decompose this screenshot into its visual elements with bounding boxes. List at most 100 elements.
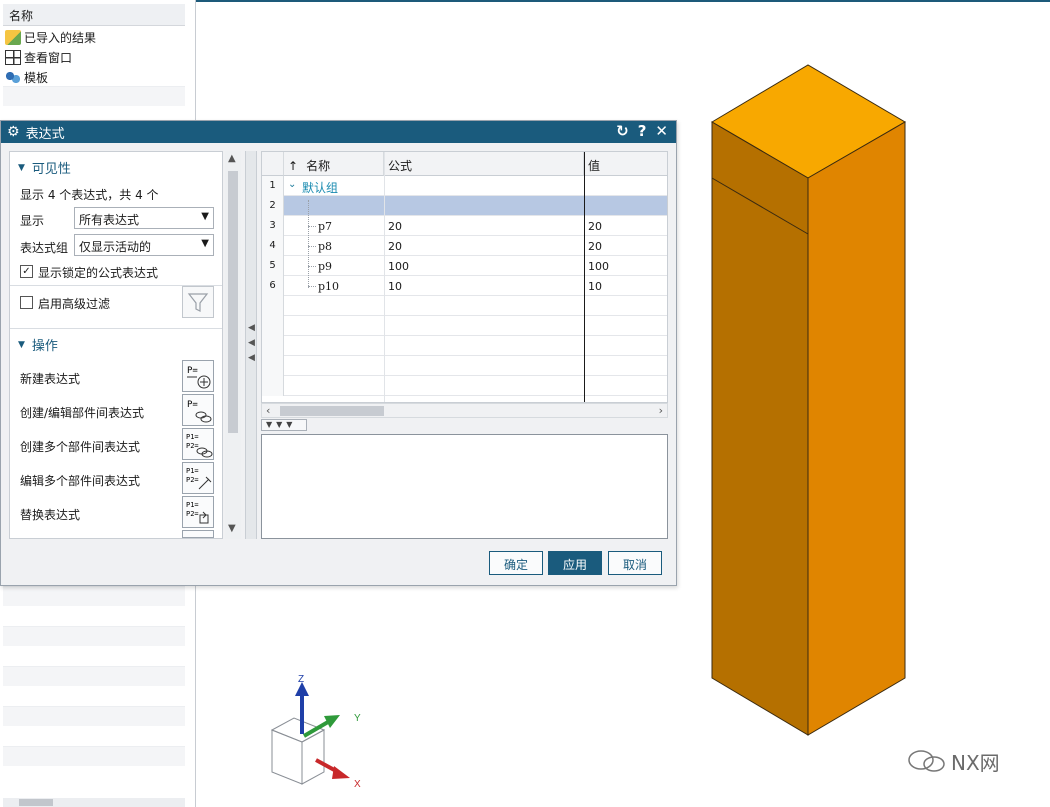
table-row-selected[interactable]: 2 [262,196,667,216]
formula-detail-editor[interactable] [261,434,668,539]
expression-group-dropdown[interactable]: 仅显示活动的 ▼ [74,234,214,256]
filter-button[interactable] [182,286,214,318]
group-name: 默认组 [302,181,339,195]
nav-item-imported-results[interactable]: 已导入的结果 [3,26,185,46]
view-window-icon [5,49,21,65]
column-header-formula[interactable]: 公式 [384,152,584,176]
show-dropdown[interactable]: 所有表达式 ▼ [74,207,214,229]
collapse-left-icon[interactable]: ◀ [248,338,255,348]
expression-name: p10 [318,280,340,293]
table-row[interactable]: 3 p7 20 20 [262,216,667,236]
options-panel-scrollbar[interactable]: ▲ ▼ [225,151,241,539]
expression-formula[interactable]: 20 [388,240,402,253]
reset-icon[interactable]: ↻ [616,122,629,140]
column-header-label: 值 [588,159,601,173]
nav-item-label: 模板 [24,70,49,85]
show-locked-checkbox[interactable]: ✓ [20,265,33,278]
close-icon[interactable]: ✕ [655,122,668,140]
edit-multiple-interpart-button[interactable]: P1= P2= [182,462,214,494]
svg-text:P=: P= [187,400,198,410]
replace-expression-label: 替换表达式 [20,508,81,522]
help-icon[interactable]: ? [638,122,647,140]
nav-item-template[interactable]: 模板 [3,66,185,86]
expression-value: 20 [588,220,602,233]
dropdown-arrow-icon: ▼ [201,211,209,222]
new-expression-label: 新建表达式 [20,372,81,386]
block-right-face [807,121,906,736]
row-number: 6 [262,276,284,296]
column-header-value[interactable]: 值 [584,152,667,176]
more-operations-button[interactable] [182,530,214,538]
view-triad[interactable]: Z Y X [268,672,368,792]
nav-empty-row [3,586,185,606]
expressions-dialog: ⚙ 表达式 ↻ ? ✕ ▼ 可见性 显示 4 个表达式，共 4 个 显示 所有表… [0,120,677,586]
ok-button[interactable]: 确定 [489,551,543,575]
tree-connector [308,226,316,227]
expression-value: 100 [588,260,609,273]
tree-connector [308,200,309,288]
expression-group-label: 表达式组 [20,241,69,255]
edit-multiple-interpart-icon: P1=P2= [186,467,212,490]
funnel-icon [187,293,209,312]
z-axis-label: Z [298,674,304,685]
expression-formula[interactable]: 100 [388,260,409,273]
table-row-group[interactable]: 1 ⌄ 默认组 [262,176,667,196]
table-row-empty [262,376,667,396]
expression-formula[interactable]: 10 [388,280,402,293]
template-icon [5,69,21,85]
svg-text:P1=: P1= [186,467,199,475]
expand-details-toggle[interactable]: ▼▼▼ [261,419,307,431]
dialog-title-bar[interactable]: ⚙ 表达式 ↻ ? ✕ [1,121,676,143]
scroll-down-icon[interactable]: ▼ [228,523,236,534]
replace-expression-button[interactable]: P1= P2= [182,496,214,528]
navigator-horizontal-scrollbar[interactable] [3,798,185,807]
navigator-column-header[interactable]: 名称 [3,4,185,26]
cancel-button[interactable]: 取消 [608,551,662,575]
section-title: 可见性 [31,162,71,177]
expression-formula[interactable]: 20 [388,220,402,233]
interpart-expression-button[interactable]: P= [182,394,214,426]
svg-text:P2=: P2= [186,510,199,518]
column-header-label: 名称 [306,159,331,173]
collapse-triangle-icon: ▼ [18,339,25,350]
svg-text:P2=: P2= [186,442,199,450]
advanced-filter-checkbox[interactable] [20,296,33,309]
apply-button[interactable]: 应用 [548,551,602,575]
new-expression-button[interactable]: P= [182,360,214,392]
scroll-left-icon[interactable]: ‹ [266,404,270,417]
table-row-empty [262,356,667,376]
table-row[interactable]: 6 p10 10 10 [262,276,667,296]
row-number: 4 [262,236,284,256]
scroll-right-icon[interactable]: › [659,404,663,417]
expand-chevron-icon[interactable]: ⌄ [288,179,296,190]
wechat-icon [907,748,947,774]
row-number: 1 [262,176,284,196]
panel-splitter[interactable]: ◀ ◀ ◀ [245,151,257,539]
nav-item-view-window[interactable]: 查看窗口 [3,46,185,66]
row-number-header [262,152,284,176]
operations-section-header[interactable]: ▼ 操作 [18,335,58,354]
scroll-thumb[interactable] [228,171,238,433]
grid-horizontal-scrollbar[interactable]: ‹ › [261,403,668,418]
scroll-thumb[interactable] [280,406,384,416]
collapse-triangle-icon: ▼ [18,162,25,173]
visibility-section-header[interactable]: ▼ 可见性 [18,158,71,177]
expressions-grid[interactable]: ↑ 名称 公式 值 1 ⌄ 默认组 2 3 p7 20 20 4 p8 20 20 [261,151,668,403]
collapse-left-icon[interactable]: ◀ [248,353,255,363]
column-divider[interactable] [584,152,585,402]
table-row[interactable]: 4 p8 20 20 [262,236,667,256]
replace-expression-icon: P1=P2= [186,501,209,524]
tree-connector [308,266,316,267]
dropdown-value: 仅显示活动的 [79,240,152,254]
nav-item-label: 已导入的结果 [24,30,97,45]
scroll-up-icon[interactable]: ▲ [228,153,236,164]
expression-name: p7 [318,220,333,233]
create-multiple-interpart-button[interactable]: P1= P2= [182,428,214,460]
row-number: 3 [262,216,284,236]
collapse-left-icon[interactable]: ◀ [248,323,255,333]
table-row[interactable]: 5 p9 100 100 [262,256,667,276]
nav-empty-row [3,706,185,726]
column-header-name[interactable]: ↑ 名称 [284,152,384,176]
solid-block-model[interactable] [696,52,926,752]
y-axis-label: Y [354,713,361,724]
